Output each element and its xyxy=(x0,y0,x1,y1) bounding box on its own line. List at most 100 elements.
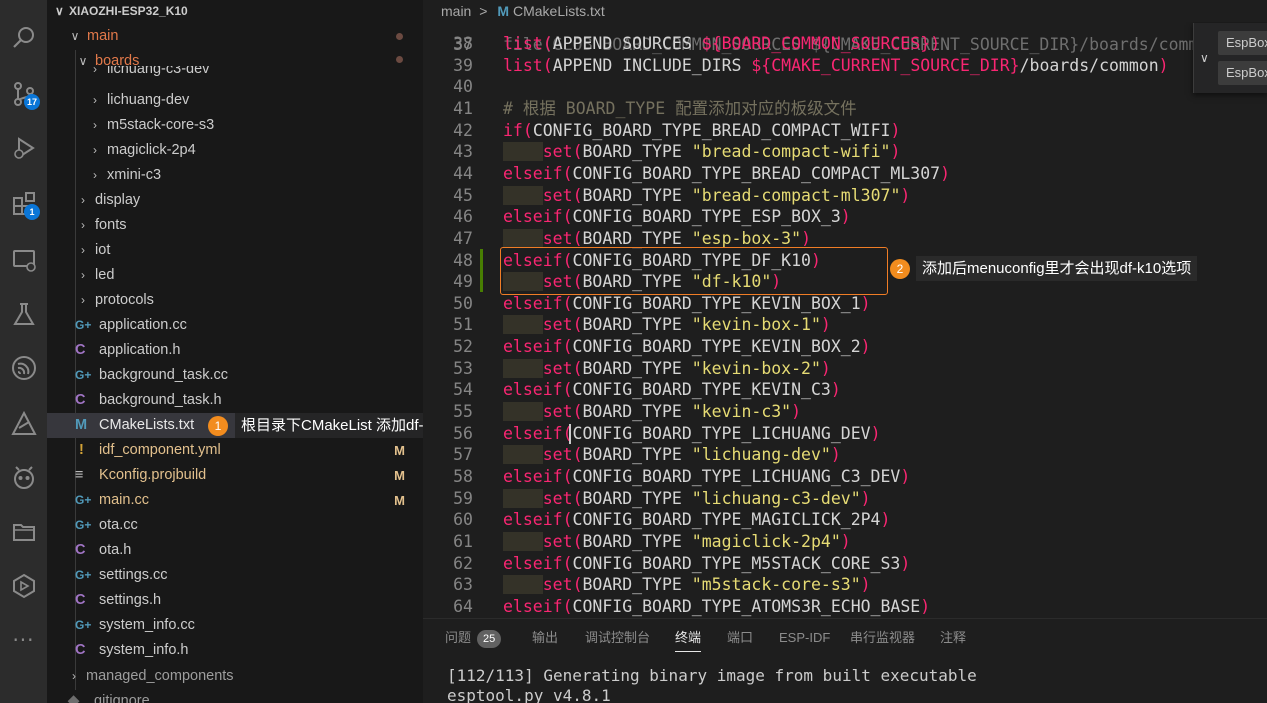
tree-file-kconfig-projbuild[interactable]: ≡ Kconfig.projbuild M xyxy=(47,463,423,488)
code-text: elseif(CONFIG_BOARD_TYPE_M5STACK_CORE_S3… xyxy=(503,553,911,573)
chevron-right-icon: › xyxy=(93,93,97,107)
esp-board-option[interactable]: EspBox xyxy=(1218,61,1267,85)
tree-file-system-info-h[interactable]: C system_info.h xyxy=(47,638,423,663)
line-number: 46 xyxy=(453,207,473,227)
problems-count-badge: 25 xyxy=(477,630,502,648)
line-number: 59 xyxy=(453,488,473,508)
tree-folder-protocols[interactable]: › protocols xyxy=(47,288,423,313)
run-debug-icon[interactable] xyxy=(0,124,47,172)
source-control-count-badge: 17 xyxy=(23,94,40,110)
platformio-alien-icon[interactable] xyxy=(0,454,47,502)
annotation-1-badge: 1 xyxy=(208,416,228,436)
tree-folder-fonts[interactable]: › fonts xyxy=(47,213,423,238)
line-number: 53 xyxy=(453,358,473,378)
tab-debug-console[interactable]: 调试控制台 xyxy=(585,627,650,649)
source-control-icon[interactable]: 17 xyxy=(0,70,47,118)
cube-extension-icon[interactable] xyxy=(0,562,47,610)
tree-folder-main[interactable]: ∨ main xyxy=(47,24,423,49)
tree-file-idf-component-yml[interactable]: ! idf_component.yml M xyxy=(47,438,423,463)
tree-file-settings-h[interactable]: C settings.h xyxy=(47,588,423,613)
tree-folder-lichuang-dev[interactable]: › lichuang-dev xyxy=(47,88,423,113)
code-text: set(BOARD_TYPE "kevin-c3") xyxy=(503,401,801,423)
extensions-icon[interactable]: 1 xyxy=(0,180,47,228)
chevron-right-icon: › xyxy=(93,66,97,76)
explorer-sidebar: ∨ XIAOZHI-ESP32_K10 ∨ main ∨ boards › lic… xyxy=(47,0,423,703)
chevron-down-icon[interactable]: ∨ xyxy=(1200,51,1209,65)
line-number: 38 xyxy=(453,34,473,53)
annotation-2-badge: 2 xyxy=(890,259,910,279)
esp-board-option[interactable]: EspBox xyxy=(1218,31,1267,55)
breadcrumb: main > M CMakeLists.txt xyxy=(423,0,1267,22)
line-number: 56 xyxy=(453,423,473,443)
cmake-file-icon: M xyxy=(75,417,88,433)
line-number: 54 xyxy=(453,380,473,400)
tree-folder-display[interactable]: › display xyxy=(47,188,423,213)
code-text: elseif(CONFIG_BOARD_TYPE_LICHUANG_DEV) xyxy=(503,423,881,443)
tree-file-system-info-cc[interactable]: G+ system_info.cc xyxy=(47,613,423,638)
tab-terminal[interactable]: 终端 xyxy=(675,627,702,652)
line-number: 48 xyxy=(453,250,473,270)
tree-folder-iot[interactable]: › iot xyxy=(47,238,423,263)
cpp-file-icon: G+ xyxy=(75,568,92,582)
more-icon[interactable]: ··· xyxy=(0,616,47,664)
tab-esp-idf[interactable]: ESP-IDF xyxy=(779,627,830,649)
tree-folder-m5stack-core-s3[interactable]: › m5stack-core-s3 xyxy=(47,113,423,138)
tree-folder-managed-components[interactable]: › managed_components xyxy=(47,664,423,689)
code-text: set(BOARD_TYPE "kevin-box-1") xyxy=(503,314,831,336)
git-file-icon: ◆ xyxy=(68,693,80,703)
breadcrumb-file[interactable]: CMakeLists.txt xyxy=(513,3,605,19)
tree-file-background-task-cc[interactable]: G+ background_task.cc xyxy=(47,363,423,388)
tree-file-background-task-h[interactable]: C background_task.h xyxy=(47,388,423,413)
folder-icon[interactable] xyxy=(0,508,47,556)
code-text: set(BOARD_TYPE "kevin-box-2") xyxy=(503,358,831,380)
line-number: 41 xyxy=(453,98,473,118)
tab-ports[interactable]: 端口 xyxy=(727,627,753,649)
tree-folder-lichuang-c3-dev[interactable]: › lichuang-c3-dev xyxy=(47,66,423,80)
bottom-panel: 问题 25 输出 调试控制台 终端 端口 ESP-IDF 串行监视器 注释 [11… xyxy=(423,618,1267,703)
line-number: 51 xyxy=(453,315,473,335)
tree-folder-led[interactable]: › led xyxy=(47,263,423,288)
tree-file-settings-cc[interactable]: G+ settings.cc xyxy=(47,563,423,588)
remote-explorer-icon[interactable] xyxy=(0,236,47,284)
extensions-count-badge: 1 xyxy=(24,204,40,220)
tab-output[interactable]: 输出 xyxy=(532,627,558,649)
tree-file-ota-h[interactable]: C ota.h xyxy=(47,538,423,563)
git-added-gutter-marker xyxy=(480,249,483,292)
tab-comments[interactable]: 注释 xyxy=(940,627,966,649)
chevron-right-icon: › xyxy=(93,143,97,157)
tab-serial-monitor[interactable]: 串行监视器 xyxy=(850,627,915,649)
tree-folder-xmini-c3[interactable]: › xmini-c3 xyxy=(47,163,423,188)
line-number: 40 xyxy=(453,77,473,97)
code-text: elseif(CONFIG_BOARD_TYPE_LICHUANG_C3_DEV… xyxy=(503,467,911,486)
kconfig-file-icon: ≡ xyxy=(75,467,84,483)
code-text: set(BOARD_TYPE "lichuang-c3-dev") xyxy=(503,488,871,510)
code-text: elseif(CONFIG_BOARD_TYPE_MAGICLICK_2P4) xyxy=(503,510,891,530)
annotation-2-note: 添加后menuconfig里才会出现df-k10选项 xyxy=(916,256,1198,281)
tree-folder-magiclick-2p4[interactable]: › magiclick-2p4 xyxy=(47,138,423,163)
git-modified-badge: M xyxy=(394,443,405,458)
cpp-file-icon: G+ xyxy=(75,318,92,332)
search-icon[interactable] xyxy=(0,14,47,62)
tree-file-main-cc[interactable]: G+ main.cc M xyxy=(47,488,423,513)
tab-problems[interactable]: 问题 25 xyxy=(445,627,502,649)
chevron-right-icon: › xyxy=(81,218,85,232)
tree-file-ota-cc[interactable]: G+ ota.cc xyxy=(47,513,423,538)
chevron-right-icon: › xyxy=(72,669,76,683)
cpp-file-icon: G+ xyxy=(75,493,92,507)
tree-file-application-cc[interactable]: G+ application.cc xyxy=(47,313,423,338)
code-editor[interactable]: main > M CMakeLists.txt 37 file(GLOB BOARD… xyxy=(423,0,1267,618)
breadcrumb-separator: > xyxy=(479,3,488,19)
explorer-workspace-header[interactable]: ∨ XIAOZHI-ESP32_K10 xyxy=(47,0,423,22)
breadcrumb-folder[interactable]: main xyxy=(441,3,471,19)
tree-file-gitignore[interactable]: ◆ .gitignore xyxy=(47,689,423,703)
activity-bar: 17 1 ··· xyxy=(0,0,47,703)
code-text: elseif(CONFIG_BOARD_TYPE_KEVIN_C3) xyxy=(503,380,841,400)
yaml-file-icon: ! xyxy=(79,442,84,458)
header-file-icon: C xyxy=(75,542,86,558)
tree-file-application-h[interactable]: C application.h xyxy=(47,338,423,363)
line-number: 44 xyxy=(453,163,473,183)
testing-flask-icon[interactable] xyxy=(0,290,47,338)
espressif-icon[interactable] xyxy=(0,344,47,392)
idf-explorer-icon[interactable] xyxy=(0,400,47,448)
line-number: 61 xyxy=(453,531,473,551)
